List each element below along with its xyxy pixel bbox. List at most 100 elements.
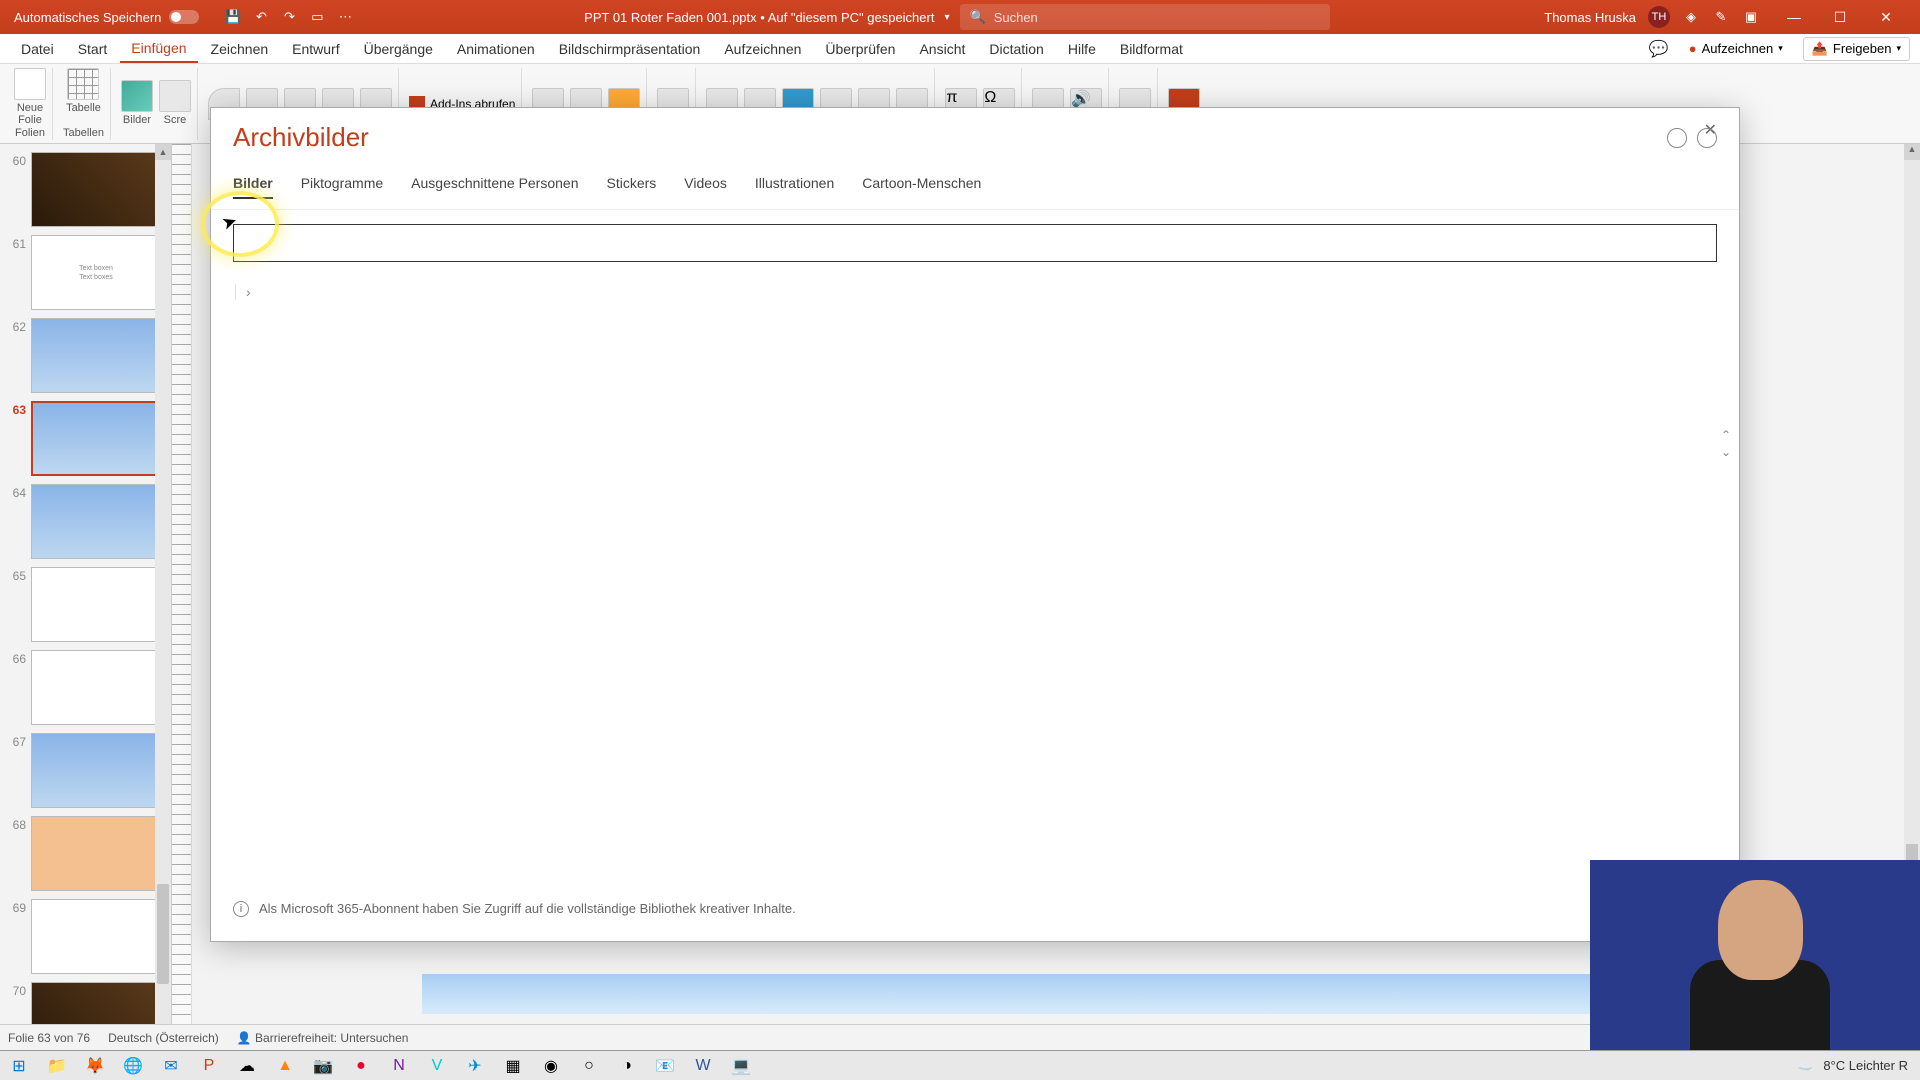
- tab-animationen[interactable]: Animationen: [446, 36, 546, 62]
- accessibility-status[interactable]: 👤 Barrierefreiheit: Untersuchen: [237, 1031, 409, 1045]
- more-icon[interactable]: ⋯: [336, 8, 354, 26]
- tab-entwurf[interactable]: Entwurf: [281, 36, 350, 62]
- telegram-icon[interactable]: ✈: [458, 1052, 492, 1080]
- tab-bildformat[interactable]: Bildformat: [1109, 36, 1194, 62]
- thumbnails-panel: 60 61Text boxenText boxes 62 63 64 65 66…: [0, 144, 172, 1050]
- tab-bildschirm[interactable]: Bildschirmpräsentation: [548, 36, 712, 62]
- app-icon[interactable]: 💻: [724, 1052, 758, 1080]
- tab-ansicht[interactable]: Ansicht: [908, 36, 976, 62]
- new-slide-label: Neue Folie: [17, 102, 43, 126]
- redo-icon[interactable]: ↷: [280, 8, 298, 26]
- archive-tab-illustrationen[interactable]: Illustrationen: [755, 175, 834, 199]
- slide-thumb[interactable]: 67: [0, 729, 171, 812]
- screenshot-icon[interactable]: [159, 80, 191, 112]
- table-icon[interactable]: [67, 68, 99, 100]
- autosave-toggle[interactable]: Automatisches Speichern: [4, 10, 209, 25]
- weather-icon: ☁️: [1797, 1058, 1813, 1074]
- archive-tab-cartoon[interactable]: Cartoon-Menschen: [862, 175, 981, 199]
- chrome-icon[interactable]: 🌐: [116, 1052, 150, 1080]
- slide-thumb[interactable]: 64: [0, 480, 171, 563]
- slide-thumb[interactable]: 66: [0, 646, 171, 729]
- explorer-icon[interactable]: 📁: [40, 1052, 74, 1080]
- close-button[interactable]: ✕: [1864, 3, 1908, 31]
- slide-counter[interactable]: Folie 63 von 76: [8, 1031, 90, 1045]
- dropdown-icon[interactable]: ▾: [944, 12, 949, 23]
- archive-tab-videos[interactable]: Videos: [684, 175, 727, 199]
- tab-uebergaenge[interactable]: Übergänge: [353, 36, 444, 62]
- thumb-scrollbar[interactable]: ▲ ▼: [155, 144, 171, 1050]
- scroll-down-icon[interactable]: ⌄: [1721, 445, 1731, 459]
- feedback-happy-icon[interactable]: [1667, 128, 1687, 148]
- privacy-icon[interactable]: ◈: [1682, 8, 1700, 26]
- titlebar: Automatisches Speichern 💾 ↶ ↷ ▭ ⋯ PPT 01…: [0, 0, 1920, 34]
- chevron-right-icon[interactable]: ›: [235, 284, 251, 300]
- scroll-up-icon[interactable]: ▲: [155, 144, 171, 160]
- dialog-title: Archivbilder: [233, 122, 369, 153]
- outlook-icon[interactable]: ✉: [154, 1052, 188, 1080]
- archive-tab-bilder[interactable]: Bilder: [233, 175, 273, 199]
- slide-thumb[interactable]: 61Text boxenText boxes: [0, 231, 171, 314]
- window-icon[interactable]: ▣: [1742, 8, 1760, 26]
- app-icon[interactable]: V: [420, 1052, 454, 1080]
- app-icon[interactable]: ◉: [534, 1052, 568, 1080]
- archive-tab-personen[interactable]: Ausgeschnittene Personen: [411, 175, 578, 199]
- language-status[interactable]: Deutsch (Österreich): [108, 1031, 219, 1045]
- pen-icon[interactable]: ✎: [1712, 8, 1730, 26]
- slide-thumb[interactable]: 68: [0, 812, 171, 895]
- scroll-up-icon[interactable]: ⌃: [1721, 428, 1731, 442]
- app-icon[interactable]: ☁: [230, 1052, 264, 1080]
- vertical-ruler: [172, 144, 192, 1050]
- save-icon[interactable]: 💾: [224, 8, 242, 26]
- slide-thumb-selected[interactable]: 63: [0, 397, 171, 480]
- archive-tab-piktogramme[interactable]: Piktogramme: [301, 175, 383, 199]
- footer-text: Als Microsoft 365-Abonnent haben Sie Zug…: [259, 901, 796, 916]
- archive-search-input[interactable]: [233, 224, 1717, 262]
- app-icon[interactable]: ▦: [496, 1052, 530, 1080]
- start-button[interactable]: ⊞: [2, 1052, 36, 1080]
- slide-thumb[interactable]: 65: [0, 563, 171, 646]
- app-icon[interactable]: 📧: [648, 1052, 682, 1080]
- tab-start[interactable]: Start: [67, 36, 119, 62]
- app-icon[interactable]: ◑: [610, 1052, 644, 1080]
- tab-hilfe[interactable]: Hilfe: [1057, 36, 1107, 62]
- user-avatar[interactable]: TH: [1648, 6, 1670, 28]
- slide-thumb[interactable]: 60: [0, 148, 171, 231]
- undo-icon[interactable]: ↶: [252, 8, 270, 26]
- slide-thumb[interactable]: 69: [0, 895, 171, 978]
- tab-zeichnen[interactable]: Zeichnen: [200, 36, 280, 62]
- search-input[interactable]: [994, 10, 1320, 25]
- pictures-icon[interactable]: [121, 80, 153, 112]
- app-icon[interactable]: ○: [572, 1052, 606, 1080]
- scroll-thumb[interactable]: [157, 884, 169, 984]
- toggle-switch[interactable]: [169, 10, 199, 24]
- archive-tabs: Bilder Piktogramme Ausgeschnittene Perso…: [211, 159, 1739, 210]
- vlc-icon[interactable]: ▲: [268, 1052, 302, 1080]
- slide-thumb[interactable]: 62: [0, 314, 171, 397]
- record-button[interactable]: ●Aufzeichnen▾: [1681, 38, 1791, 59]
- powerpoint-icon[interactable]: P: [192, 1052, 226, 1080]
- feedback-sad-icon[interactable]: [1697, 128, 1717, 148]
- user-name: Thomas Hruska: [1544, 10, 1636, 25]
- app-icon[interactable]: 📷: [306, 1052, 340, 1080]
- quick-access-toolbar: 💾 ↶ ↷ ▭ ⋯: [209, 8, 369, 26]
- archive-tab-stickers[interactable]: Stickers: [607, 175, 657, 199]
- comments-icon[interactable]: 💬: [1649, 39, 1669, 59]
- minimize-button[interactable]: —: [1772, 3, 1816, 31]
- app-icon[interactable]: ●: [344, 1052, 378, 1080]
- tab-ueberpruefen[interactable]: Überprüfen: [814, 36, 906, 62]
- scroll-up-icon[interactable]: ▲: [1904, 144, 1920, 160]
- tab-dictation[interactable]: Dictation: [978, 36, 1054, 62]
- firefox-icon[interactable]: 🦊: [78, 1052, 112, 1080]
- present-icon[interactable]: ▭: [308, 8, 326, 26]
- tab-datei[interactable]: Datei: [10, 36, 65, 62]
- new-slide-icon[interactable]: [14, 68, 46, 100]
- word-icon[interactable]: W: [686, 1052, 720, 1080]
- share-button[interactable]: 📤Freigeben▾: [1803, 37, 1910, 61]
- onenote-icon[interactable]: N: [382, 1052, 416, 1080]
- system-tray[interactable]: ☁️ 8°C Leichter R: [1797, 1058, 1918, 1074]
- search-box[interactable]: 🔍: [960, 4, 1330, 30]
- tab-aufzeichnen[interactable]: Aufzeichnen: [713, 36, 812, 62]
- title-right: Thomas Hruska TH ◈ ✎ ▣ — ☐ ✕: [1544, 3, 1916, 31]
- tab-einfuegen[interactable]: Einfügen: [120, 35, 197, 63]
- maximize-button[interactable]: ☐: [1818, 3, 1862, 31]
